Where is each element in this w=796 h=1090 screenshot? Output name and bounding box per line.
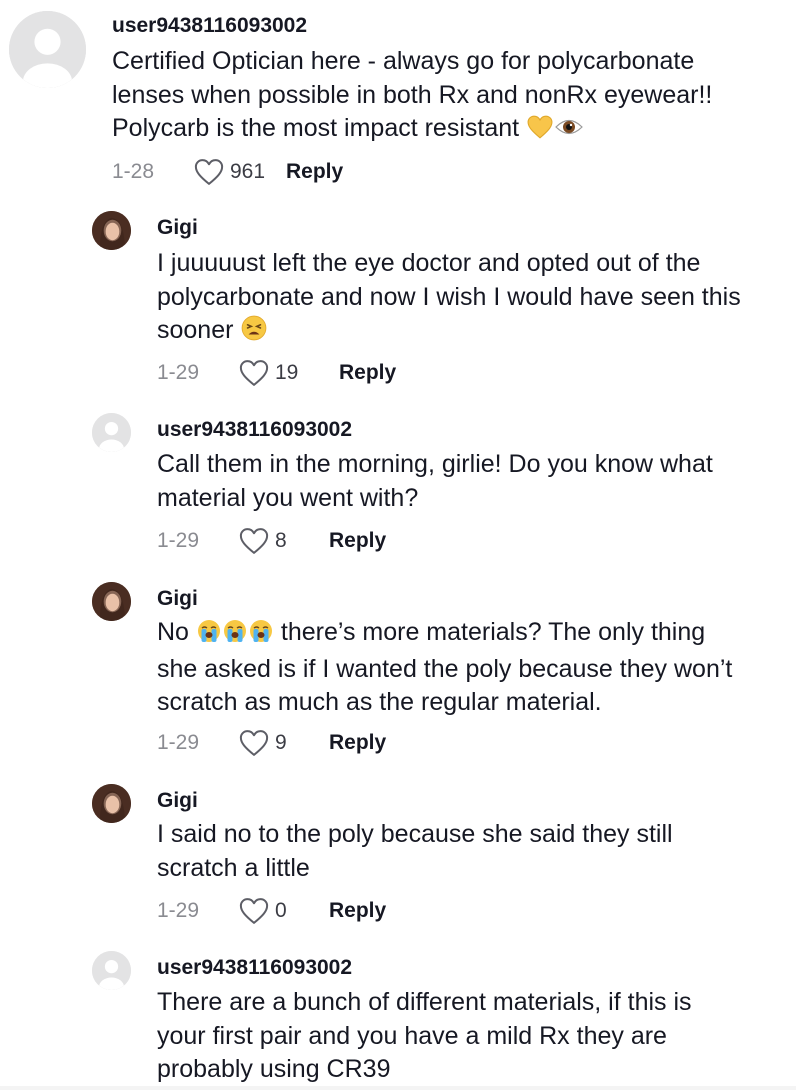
heart-outline-icon (239, 528, 269, 554)
comment-date: 1-29 (157, 899, 200, 922)
like-count: 9 (275, 731, 287, 754)
like-button[interactable]: 19 (239, 359, 339, 387)
avatar[interactable] (92, 211, 131, 250)
comment-text-line: Call them in the morning, girlie! Do you… (157, 450, 713, 478)
comment-text-line: material you went with? (157, 483, 419, 512)
comment-text-line: probably using CR39 (157, 1055, 391, 1083)
profile-photo (92, 582, 131, 621)
default-avatar-icon (92, 951, 131, 990)
comment-text: I juuuuust left the eye doctor and opted… (157, 247, 787, 351)
loudly-crying-face-icon (249, 619, 273, 653)
comment-text-line: There are a bunch of different materials… (157, 988, 692, 1016)
like-button[interactable]: 8 (239, 527, 329, 555)
comment-date: 1-29 (157, 731, 200, 754)
like-button[interactable]: 0 (239, 897, 329, 925)
comment-meta: 1-29 9 Reply (157, 728, 386, 758)
avatar[interactable] (9, 11, 86, 88)
heart-outline-icon (239, 360, 269, 386)
heart-outline-icon (194, 159, 224, 185)
comment-meta: 1-29 8 Reply (157, 526, 386, 556)
comment-text-line: she asked is if I wanted the poly becaus… (157, 654, 733, 683)
like-count: 19 (275, 361, 299, 384)
like-button[interactable]: 961 (194, 158, 294, 186)
comment-text-line: polycarbonate and now I wish I would hav… (157, 282, 741, 311)
yellow-heart-icon (527, 115, 553, 149)
heart-outline-icon (239, 730, 269, 756)
comment-username[interactable]: Gigi (157, 789, 198, 813)
comment-username[interactable]: Gigi (157, 216, 198, 240)
comment-text-line: sooner (157, 316, 234, 344)
comment-text-line: I juuuuust left the eye doctor and opted… (157, 249, 701, 277)
avatar[interactable] (92, 413, 131, 452)
comment-meta: 1-29 0 Reply (157, 896, 386, 926)
like-button[interactable]: 9 (239, 729, 329, 757)
tired-face-icon (241, 315, 267, 351)
loudly-crying-face-icon (197, 619, 221, 653)
profile-photo (92, 211, 131, 250)
like-count: 961 (230, 160, 266, 183)
comment-text: I said no to the poly because she said t… (157, 818, 787, 885)
reply-button[interactable]: Reply (339, 361, 396, 385)
comment-text-line: there’s more materials? The only thing (280, 618, 706, 646)
comment-text-line: lenses when possible in both Rx and nonR… (112, 80, 713, 109)
reply-button[interactable]: Reply (329, 731, 386, 755)
comment-text-line: scratch as much as the regular material. (157, 688, 602, 716)
comment-text-line: I said no to the poly because she said t… (157, 820, 673, 848)
reply-button[interactable]: Reply (286, 160, 343, 184)
comment-text-line: Certified Optician here - always go for … (112, 47, 695, 75)
comment-meta: 1-28 961 Reply (112, 157, 343, 187)
comment-text-line: scratch a little (157, 853, 310, 882)
heart-outline-icon (239, 898, 269, 924)
like-count: 0 (275, 899, 287, 922)
comment-meta: 1-29 19 Reply (157, 358, 396, 388)
profile-photo (92, 784, 131, 823)
comment-username[interactable]: user9438116093002 (157, 956, 352, 980)
comment-text-prefix: No (157, 618, 189, 646)
comment-text: No there’s more materials? The only thin… (157, 616, 787, 720)
comment-text-line: your first pair and you have a mild Rx t… (157, 1021, 667, 1050)
comment-date: 1-28 (112, 160, 155, 183)
comment-text: Call them in the morning, girlie! Do you… (157, 448, 787, 515)
reply-button[interactable]: Reply (329, 529, 386, 553)
comment-date: 1-29 (157, 361, 200, 384)
comment-username[interactable]: user9438116093002 (112, 14, 307, 38)
like-count: 8 (275, 529, 287, 552)
avatar[interactable] (92, 582, 131, 621)
eye-icon (555, 115, 583, 149)
comment-date: 1-29 (157, 529, 200, 552)
reply-button[interactable]: Reply (329, 899, 386, 923)
comment-text: Certified Optician here - always go for … (112, 45, 782, 149)
default-avatar-icon (9, 11, 86, 88)
default-avatar-icon (92, 413, 131, 452)
loudly-crying-face-icon (223, 619, 247, 653)
comment-text: There are a bunch of different materials… (157, 986, 787, 1087)
avatar[interactable] (92, 784, 131, 823)
avatar[interactable] (92, 951, 131, 990)
comment-username[interactable]: user9438116093002 (157, 418, 352, 442)
comment-username[interactable]: Gigi (157, 587, 198, 611)
bottom-divider (0, 1086, 796, 1090)
comment-text-line: Polycarb is the most impact resistant (112, 114, 520, 142)
